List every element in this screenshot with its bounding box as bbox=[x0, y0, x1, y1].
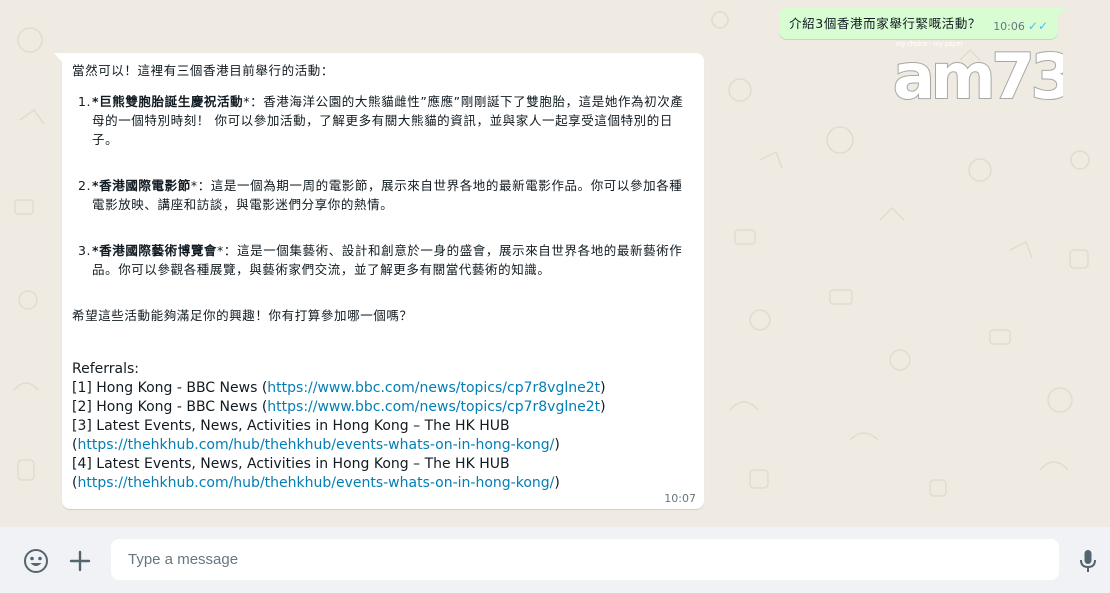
list-item-number: 1. bbox=[78, 94, 92, 109]
list-item: 2. *香港國際電影節*：這是一個為期一周的電影節，展示來自世界各地的最新電影作… bbox=[78, 176, 694, 214]
referral-item: [1] Hong Kong - BBC News (https://www.bb… bbox=[72, 379, 694, 398]
message-input[interactable] bbox=[111, 539, 1059, 580]
referral-source: [1] Hong Kong - BBC News ( bbox=[72, 380, 268, 396]
referral-source: [2] Hong Kong - BBC News ( bbox=[72, 399, 268, 415]
list-item-number: 2. bbox=[78, 178, 92, 193]
referral-item-url-line: (https://thehkhub.com/hub/thehkhub/event… bbox=[72, 474, 694, 493]
outgoing-message-meta: 10:06 ✓✓ bbox=[993, 19, 1048, 33]
referral-source: [3] Latest Events, News, Activities in H… bbox=[72, 418, 510, 434]
outgoing-message-text: 介紹3個香港而家舉行緊嘅活動？ bbox=[789, 16, 982, 31]
referral-item-url-line: (https://thehkhub.com/hub/thehkhub/event… bbox=[72, 436, 694, 455]
referrals-label: Referrals: bbox=[72, 361, 139, 377]
incoming-message-bubble[interactable]: 當然可以！這裡有三個香港目前舉行的活動： 1. *巨熊雙胞胎誕生慶祝活動*：香港… bbox=[62, 53, 704, 509]
referral-paren: ) bbox=[554, 437, 560, 453]
referral-link[interactable]: https://www.bbc.com/news/topics/cp7r8vgl… bbox=[267, 380, 600, 396]
referral-link[interactable]: https://www.bbc.com/news/topics/cp7r8vgl… bbox=[267, 399, 600, 415]
mic-icon[interactable] bbox=[1074, 547, 1102, 575]
chat-area: 介紹3個香港而家舉行緊嘅活動？ 10:06 ✓✓ 當然可以！這裡有三個香港目前舉行… bbox=[0, 0, 1110, 527]
list-item: 1. *巨熊雙胞胎誕生慶祝活動*：香港海洋公園的大熊貓雌性”應應”剛剛誕下了雙胞… bbox=[78, 92, 694, 149]
incoming-message-time: 10:07 bbox=[664, 492, 696, 505]
referral-paren: ) bbox=[600, 399, 606, 415]
referral-link[interactable]: https://thehkhub.com/hub/thehkhub/events… bbox=[77, 475, 554, 491]
list-item-number: 3. bbox=[78, 243, 92, 258]
referrals-block: Referrals: [1] Hong Kong - BBC News (htt… bbox=[72, 360, 694, 493]
list-item: 3. *香港國際藝術博覽會*：這是一個集藝術、設計和創意於一身的盛會，展示來自世… bbox=[78, 241, 694, 279]
am730-logo: my choice · my paper am730 bbox=[893, 39, 1063, 104]
read-receipt-icon: ✓✓ bbox=[1027, 19, 1048, 33]
watermark-logo-text: am730 bbox=[893, 40, 1063, 104]
referral-link[interactable]: https://thehkhub.com/hub/thehkhub/events… bbox=[77, 437, 554, 453]
list-item-title: *香港國際電影節 bbox=[92, 178, 191, 193]
referral-item: [3] Latest Events, News, Activities in H… bbox=[72, 417, 694, 436]
list-item-title: *香港國際藝術博覽會 bbox=[92, 243, 218, 258]
referral-source: [4] Latest Events, News, Activities in H… bbox=[72, 456, 510, 472]
list-item-title: *巨熊雙胞胎誕生慶祝活動 bbox=[92, 94, 244, 109]
referral-paren: ) bbox=[554, 475, 560, 491]
smiley-icon[interactable] bbox=[22, 547, 50, 575]
referral-item: [4] Latest Events, News, Activities in H… bbox=[72, 455, 694, 474]
referral-item: [2] Hong Kong - BBC News (https://www.bb… bbox=[72, 398, 694, 417]
incoming-bubble-tail bbox=[54, 53, 62, 62]
incoming-outro: 希望這些活動能夠滿足你的興趣！你有打算參加哪一個嗎？ bbox=[72, 308, 413, 323]
plus-icon[interactable] bbox=[66, 547, 94, 575]
referral-paren: ) bbox=[600, 380, 606, 396]
outgoing-bubble-tail bbox=[1058, 8, 1066, 17]
incoming-intro: 當然可以！這裡有三個香港目前舉行的活動： bbox=[72, 63, 335, 78]
message-composer bbox=[0, 527, 1110, 593]
